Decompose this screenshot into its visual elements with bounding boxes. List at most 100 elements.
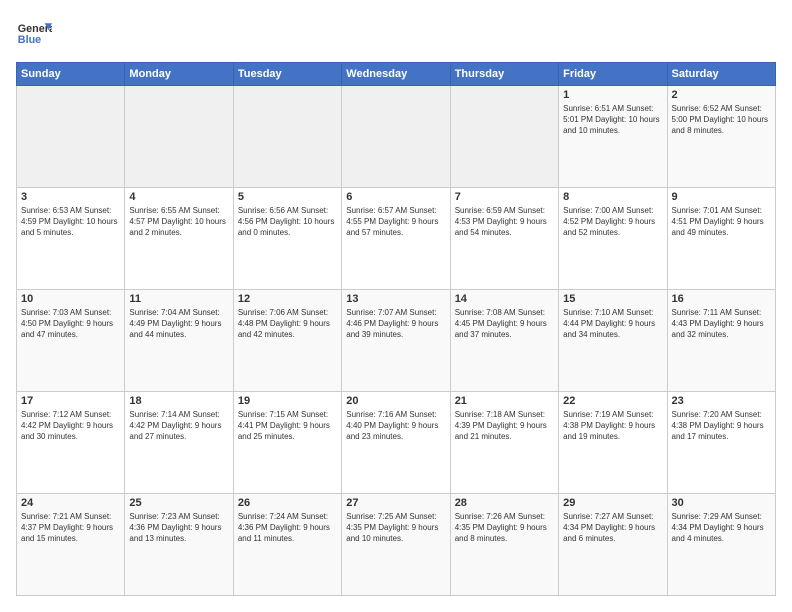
calendar-cell: 8 Sunrise: 7:00 AM Sunset: 4:52 PM Daylig… <box>559 188 667 290</box>
calendar-cell: 23 Sunrise: 7:20 AM Sunset: 4:38 PM Dayli… <box>667 392 775 494</box>
day-info: Sunrise: 7:12 AM Sunset: 4:42 PM Dayligh… <box>21 409 120 443</box>
day-info: Sunrise: 6:55 AM Sunset: 4:57 PM Dayligh… <box>129 205 228 239</box>
calendar-cell: 20 Sunrise: 7:16 AM Sunset: 4:40 PM Dayli… <box>342 392 450 494</box>
day-info: Sunrise: 7:20 AM Sunset: 4:38 PM Dayligh… <box>672 409 771 443</box>
svg-text:Blue: Blue <box>18 34 41 46</box>
day-info: Sunrise: 7:15 AM Sunset: 4:41 PM Dayligh… <box>238 409 337 443</box>
calendar-cell <box>342 86 450 188</box>
day-number: 8 <box>563 191 662 203</box>
day-number: 10 <box>21 293 120 305</box>
day-info: Sunrise: 7:11 AM Sunset: 4:43 PM Dayligh… <box>672 307 771 341</box>
day-header-sunday: Sunday <box>17 63 125 86</box>
day-info: Sunrise: 7:18 AM Sunset: 4:39 PM Dayligh… <box>455 409 554 443</box>
calendar-cell: 6Sunrise: 6:57 AM Sunset: 4:55 PM Daylig… <box>342 188 450 290</box>
day-number: 16 <box>672 293 771 305</box>
day-number: 27 <box>346 497 445 509</box>
day-number: 11 <box>129 293 228 305</box>
calendar-cell <box>450 86 558 188</box>
calendar-cell: 13Sunrise: 7:07 AM Sunset: 4:46 PM Dayli… <box>342 290 450 392</box>
day-header-friday: Friday <box>559 63 667 86</box>
day-number: 5 <box>238 191 337 203</box>
calendar-row: 3 Sunrise: 6:53 AM Sunset: 4:59 PM Daylig… <box>17 188 776 290</box>
calendar-row: 1 Sunrise: 6:51 AM Sunset: 5:01 PM Daylig… <box>17 86 776 188</box>
calendar-cell: 12 Sunrise: 7:06 AM Sunset: 4:48 PM Dayli… <box>233 290 341 392</box>
day-number: 30 <box>672 497 771 509</box>
calendar-cell: 19Sunrise: 7:15 AM Sunset: 4:41 PM Dayli… <box>233 392 341 494</box>
calendar-cell: 3 Sunrise: 6:53 AM Sunset: 4:59 PM Daylig… <box>17 188 125 290</box>
calendar-cell: 10 Sunrise: 7:03 AM Sunset: 4:50 PM Dayli… <box>17 290 125 392</box>
day-number: 7 <box>455 191 554 203</box>
calendar-cell: 21Sunrise: 7:18 AM Sunset: 4:39 PM Dayli… <box>450 392 558 494</box>
day-info: Sunrise: 7:25 AM Sunset: 4:35 PM Dayligh… <box>346 511 445 545</box>
calendar-cell: 27 Sunrise: 7:25 AM Sunset: 4:35 PM Dayli… <box>342 494 450 596</box>
page: General Blue SundayMondayTuesdayWednesda… <box>0 0 792 612</box>
day-info: Sunrise: 6:59 AM Sunset: 4:53 PM Dayligh… <box>455 205 554 239</box>
day-info: Sunrise: 7:16 AM Sunset: 4:40 PM Dayligh… <box>346 409 445 443</box>
calendar-cell: 11 Sunrise: 7:04 AM Sunset: 4:49 PM Dayli… <box>125 290 233 392</box>
day-number: 29 <box>563 497 662 509</box>
day-info: Sunrise: 7:00 AM Sunset: 4:52 PM Dayligh… <box>563 205 662 239</box>
day-info: Sunrise: 7:08 AM Sunset: 4:45 PM Dayligh… <box>455 307 554 341</box>
day-info: Sunrise: 7:29 AM Sunset: 4:34 PM Dayligh… <box>672 511 771 545</box>
day-header-wednesday: Wednesday <box>342 63 450 86</box>
calendar-cell: 29 Sunrise: 7:27 AM Sunset: 4:34 PM Dayli… <box>559 494 667 596</box>
day-info: Sunrise: 7:10 AM Sunset: 4:44 PM Dayligh… <box>563 307 662 341</box>
day-number: 15 <box>563 293 662 305</box>
day-number: 1 <box>563 89 662 101</box>
day-number: 17 <box>21 395 120 407</box>
header-row: SundayMondayTuesdayWednesdayThursdayFrid… <box>17 63 776 86</box>
day-info: Sunrise: 6:56 AM Sunset: 4:56 PM Dayligh… <box>238 205 337 239</box>
day-number: 2 <box>672 89 771 101</box>
day-info: Sunrise: 7:27 AM Sunset: 4:34 PM Dayligh… <box>563 511 662 545</box>
day-number: 3 <box>21 191 120 203</box>
day-number: 22 <box>563 395 662 407</box>
day-header-thursday: Thursday <box>450 63 558 86</box>
day-info: Sunrise: 7:03 AM Sunset: 4:50 PM Dayligh… <box>21 307 120 341</box>
calendar-cell: 18Sunrise: 7:14 AM Sunset: 4:42 PM Dayli… <box>125 392 233 494</box>
day-number: 14 <box>455 293 554 305</box>
day-number: 18 <box>129 395 228 407</box>
calendar-cell: 9 Sunrise: 7:01 AM Sunset: 4:51 PM Daylig… <box>667 188 775 290</box>
calendar-cell: 17 Sunrise: 7:12 AM Sunset: 4:42 PM Dayli… <box>17 392 125 494</box>
logo: General Blue <box>16 16 52 52</box>
day-number: 23 <box>672 395 771 407</box>
day-number: 4 <box>129 191 228 203</box>
calendar-cell: 30 Sunrise: 7:29 AM Sunset: 4:34 PM Dayli… <box>667 494 775 596</box>
calendar-cell <box>125 86 233 188</box>
day-info: Sunrise: 7:01 AM Sunset: 4:51 PM Dayligh… <box>672 205 771 239</box>
day-info: Sunrise: 6:53 AM Sunset: 4:59 PM Dayligh… <box>21 205 120 239</box>
calendar-cell: 22 Sunrise: 7:19 AM Sunset: 4:38 PM Dayli… <box>559 392 667 494</box>
day-info: Sunrise: 7:19 AM Sunset: 4:38 PM Dayligh… <box>563 409 662 443</box>
calendar-cell <box>17 86 125 188</box>
calendar-cell: 28 Sunrise: 7:26 AM Sunset: 4:35 PM Dayli… <box>450 494 558 596</box>
day-header-saturday: Saturday <box>667 63 775 86</box>
day-info: Sunrise: 7:26 AM Sunset: 4:35 PM Dayligh… <box>455 511 554 545</box>
day-number: 20 <box>346 395 445 407</box>
day-number: 24 <box>21 497 120 509</box>
day-info: Sunrise: 7:23 AM Sunset: 4:36 PM Dayligh… <box>129 511 228 545</box>
day-info: Sunrise: 7:21 AM Sunset: 4:37 PM Dayligh… <box>21 511 120 545</box>
day-info: Sunrise: 7:24 AM Sunset: 4:36 PM Dayligh… <box>238 511 337 545</box>
calendar-cell: 24 Sunrise: 7:21 AM Sunset: 4:37 PM Dayli… <box>17 494 125 596</box>
day-number: 26 <box>238 497 337 509</box>
calendar-cell: 25Sunrise: 7:23 AM Sunset: 4:36 PM Dayli… <box>125 494 233 596</box>
calendar-cell: 26 Sunrise: 7:24 AM Sunset: 4:36 PM Dayli… <box>233 494 341 596</box>
day-number: 12 <box>238 293 337 305</box>
calendar-cell: 15 Sunrise: 7:10 AM Sunset: 4:44 PM Dayli… <box>559 290 667 392</box>
day-header-monday: Monday <box>125 63 233 86</box>
day-number: 9 <box>672 191 771 203</box>
calendar-cell <box>233 86 341 188</box>
day-info: Sunrise: 7:06 AM Sunset: 4:48 PM Dayligh… <box>238 307 337 341</box>
day-header-tuesday: Tuesday <box>233 63 341 86</box>
calendar-cell: 5 Sunrise: 6:56 AM Sunset: 4:56 PM Daylig… <box>233 188 341 290</box>
calendar-row: 10 Sunrise: 7:03 AM Sunset: 4:50 PM Dayli… <box>17 290 776 392</box>
calendar-header: SundayMondayTuesdayWednesdayThursdayFrid… <box>17 63 776 86</box>
day-info: Sunrise: 6:52 AM Sunset: 5:00 PM Dayligh… <box>672 103 771 137</box>
header: General Blue <box>16 16 776 52</box>
day-info: Sunrise: 7:04 AM Sunset: 4:49 PM Dayligh… <box>129 307 228 341</box>
calendar-cell: 7 Sunrise: 6:59 AM Sunset: 4:53 PM Daylig… <box>450 188 558 290</box>
calendar-cell: 2 Sunrise: 6:52 AM Sunset: 5:00 PM Daylig… <box>667 86 775 188</box>
day-number: 13 <box>346 293 445 305</box>
day-info: Sunrise: 6:51 AM Sunset: 5:01 PM Dayligh… <box>563 103 662 137</box>
day-number: 28 <box>455 497 554 509</box>
